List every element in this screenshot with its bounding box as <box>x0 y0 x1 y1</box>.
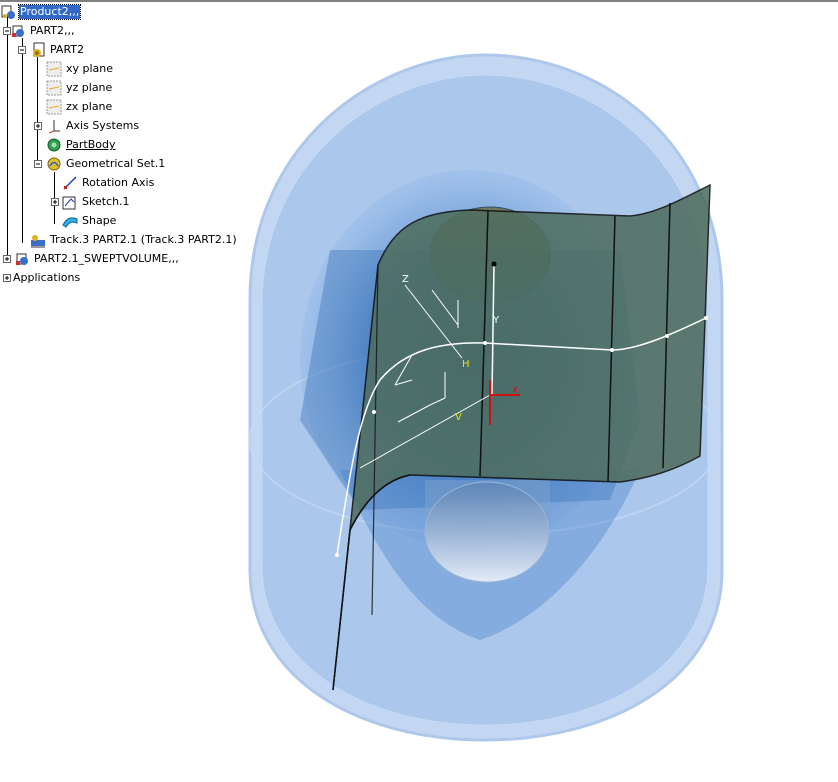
tree-node-product2[interactable]: Product2,,, <box>0 3 82 21</box>
specification-tree[interactable]: Product2,,, PART2,,, PART2 xy plane yz p… <box>0 0 260 300</box>
collapse-toggle[interactable] <box>3 27 11 35</box>
axis-label-y: Y <box>492 315 500 326</box>
tree-node-label[interactable]: PART2 <box>49 43 85 57</box>
axis-label-v: V <box>455 412 462 423</box>
tree-node-rotation-axis[interactable]: Rotation Axis <box>62 174 155 192</box>
partbody-icon <box>46 137 62 153</box>
tree-node-label[interactable]: zx plane <box>65 100 113 114</box>
shape-icon <box>62 213 78 229</box>
part-instance-icon <box>14 251 30 267</box>
tree-node-label[interactable]: PART2.1_SWEPTVOLUME,,, <box>33 252 180 266</box>
tree-node-track[interactable]: Track.3 PART2.1 (Track.3 PART2.1) <box>30 231 238 249</box>
tree-node-label[interactable]: Axis Systems <box>65 119 140 133</box>
sketch-icon <box>62 194 78 210</box>
tree-node-zx-plane[interactable]: zx plane <box>46 98 113 116</box>
axis-label-h: H <box>462 359 470 370</box>
tree-node-xy-plane[interactable]: xy plane <box>46 60 114 78</box>
expand-toggle[interactable] <box>51 198 59 206</box>
plane-icon <box>46 80 62 96</box>
tree-connector <box>7 17 8 262</box>
expand-toggle[interactable] <box>34 122 42 130</box>
tree-node-sketch[interactable]: Sketch.1 <box>62 193 131 211</box>
bottom-hole <box>424 480 550 583</box>
axis-label-x: X <box>512 386 518 396</box>
collapse-toggle[interactable] <box>34 160 42 168</box>
tree-node-label[interactable]: Track.3 PART2.1 (Track.3 PART2.1) <box>49 233 238 247</box>
part-instance-icon <box>10 23 26 39</box>
expand-toggle[interactable] <box>3 274 11 282</box>
tree-connector <box>37 57 38 167</box>
tree-node-label[interactable]: yz plane <box>65 81 113 95</box>
tree-node-sweptvolume[interactable]: PART2.1_SWEPTVOLUME,,, <box>14 250 180 268</box>
axis-label-z: Z <box>402 274 409 285</box>
expand-toggle[interactable] <box>3 255 11 263</box>
part-icon <box>30 42 46 58</box>
product-icon <box>0 4 16 20</box>
tree-node-label[interactable]: Geometrical Set.1 <box>65 157 166 171</box>
tree-node-applications[interactable]: Applications <box>12 269 81 287</box>
tree-node-axis-systems[interactable]: Axis Systems <box>46 117 140 135</box>
tree-node-shape[interactable]: Shape <box>62 212 117 230</box>
tree-node-yz-plane[interactable]: yz plane <box>46 79 113 97</box>
tree-node-geometrical-set[interactable]: Geometrical Set.1 <box>46 155 166 173</box>
tree-node-part2[interactable]: PART2 <box>30 41 85 59</box>
plane-icon <box>46 61 62 77</box>
axis-systems-icon <box>46 118 62 134</box>
tree-node-label[interactable]: xy plane <box>65 62 114 76</box>
tree-node-label[interactable]: Rotation Axis <box>81 176 155 190</box>
tree-node-label[interactable]: Product2,,, <box>17 4 82 20</box>
plane-icon <box>46 99 62 115</box>
tree-node-label[interactable]: PartBody <box>65 138 116 152</box>
geometrical-set-icon <box>46 156 62 172</box>
collapse-toggle[interactable] <box>18 46 26 54</box>
tree-node-part2-instance[interactable]: PART2,,, <box>10 22 76 40</box>
tree-node-label[interactable]: Applications <box>12 271 81 285</box>
line-icon <box>62 175 78 191</box>
tree-node-label[interactable]: Shape <box>81 214 117 228</box>
track-icon <box>30 232 46 248</box>
tree-node-label[interactable]: PART2,,, <box>29 24 76 38</box>
tree-node-partbody[interactable]: PartBody <box>46 136 116 154</box>
tree-connector <box>22 38 23 243</box>
tree-node-label[interactable]: Sketch.1 <box>81 195 131 209</box>
